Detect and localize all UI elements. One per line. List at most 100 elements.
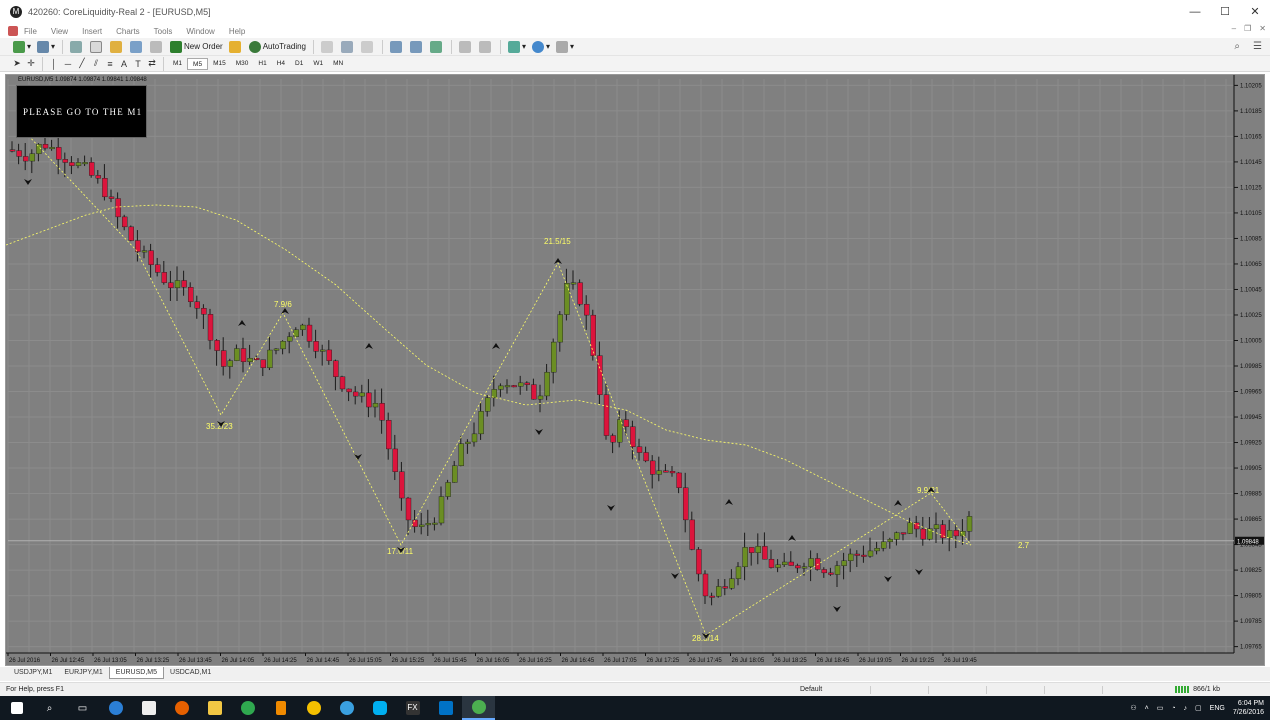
menu-help[interactable]: Help — [229, 27, 245, 36]
hamburger-menu-icon[interactable]: ☰ — [1253, 41, 1262, 52]
timeframe-m5[interactable]: M5 — [187, 57, 209, 70]
navigator-button[interactable] — [107, 39, 127, 55]
battery-icon[interactable]: ▭ — [1157, 704, 1164, 712]
edge-taskbar-button[interactable] — [99, 696, 132, 720]
horizontal-line-icon[interactable]: ─ — [61, 59, 75, 69]
candle-body — [62, 159, 68, 163]
timeframe-d1[interactable]: D1 — [290, 58, 308, 70]
tab-eurusd[interactable]: EURUSD,M5 — [108, 667, 165, 679]
autotrading-button[interactable]: AutoTrading — [246, 39, 309, 55]
candle-body — [940, 524, 946, 539]
vertical-line-icon[interactable]: │ — [47, 59, 61, 69]
store-taskbar-button[interactable] — [132, 696, 165, 720]
people-icon[interactable]: ⚇ — [1130, 704, 1136, 712]
templates-button[interactable]: ▾ — [553, 39, 577, 55]
timeframe-m1[interactable]: M1 — [168, 58, 187, 70]
menu-file[interactable]: File — [24, 27, 37, 36]
menu-view[interactable]: View — [51, 27, 68, 36]
zoom-out-icon — [410, 40, 423, 53]
child-close-icon[interactable]: ✕ — [1259, 24, 1266, 33]
volume-icon[interactable]: ♪ — [1184, 705, 1188, 712]
candle-body — [425, 523, 431, 526]
child-minimize-icon[interactable]: – — [1232, 24, 1236, 33]
cursor-icon[interactable]: ➤ — [10, 58, 24, 69]
windows-logo-icon — [10, 702, 23, 714]
app-blue-taskbar-button[interactable] — [330, 696, 363, 720]
search-icon[interactable]: ⌕ — [1234, 41, 1240, 52]
new-chart-button[interactable]: ▾ — [10, 39, 34, 55]
tab-usdjpy[interactable]: USDJPY,M1 — [8, 667, 58, 679]
firefox-taskbar-button[interactable] — [165, 696, 198, 720]
timeframe-h4[interactable]: H4 — [272, 58, 290, 70]
price-tick-label: 1.10185 — [1240, 109, 1262, 115]
market-watch-button[interactable] — [67, 39, 87, 55]
fibonacci-icon[interactable]: ≡ — [103, 59, 117, 69]
line-chart-button[interactable] — [358, 39, 378, 55]
auto-scroll-button[interactable] — [476, 39, 496, 55]
metatrader-taskbar-button[interactable] — [462, 696, 495, 720]
crosshair-tool-icon[interactable]: ✛ — [24, 58, 38, 69]
connection-status[interactable]: 866/1 kb — [1175, 686, 1220, 693]
explorer-taskbar-button[interactable] — [198, 696, 231, 720]
close-button[interactable]: ✕ — [1240, 0, 1270, 24]
menu-charts[interactable]: Charts — [116, 27, 140, 36]
profiles-button[interactable]: ▾ — [34, 39, 58, 55]
menu-window[interactable]: Window — [186, 27, 214, 36]
text-tool-icon[interactable]: A — [117, 59, 131, 69]
menu-insert[interactable]: Insert — [82, 27, 102, 36]
app-yellow-taskbar-button[interactable] — [297, 696, 330, 720]
minimize-button[interactable]: — — [1180, 0, 1210, 24]
clock[interactable]: 6:04 PM 7/26/2016 — [1233, 699, 1264, 717]
arrows-icon[interactable]: ⇄ — [145, 58, 159, 69]
chart-canvas[interactable]: 1.10205 1.10185 1.10165 1.10145 1.10125 1.101… — [6, 75, 1265, 666]
candlestick-button[interactable] — [338, 39, 358, 55]
outlook-taskbar-button[interactable] — [429, 696, 462, 720]
indicators-button[interactable]: ▾ — [505, 39, 529, 55]
timeframe-h1[interactable]: H1 — [253, 58, 271, 70]
search-taskbar-button[interactable]: ⌕ — [33, 696, 66, 720]
channel-icon[interactable]: ⫽ — [89, 58, 103, 69]
price-tick-label: 1.09805 — [1240, 594, 1262, 600]
time-tick-label: 26 Jul 14:05 — [222, 658, 255, 664]
task-view-button[interactable]: ▭ — [66, 696, 99, 720]
child-restore-icon[interactable]: ❐ — [1244, 24, 1251, 33]
new-order-icon — [170, 40, 183, 53]
price-chart[interactable]: 1.10205 1.10185 1.10165 1.10145 1.10125 1.101… — [5, 74, 1265, 666]
chart-shift-button[interactable] — [456, 39, 476, 55]
terminal-button[interactable] — [127, 39, 147, 55]
network-icon[interactable]: ◔ — [1171, 705, 1175, 712]
metaeditor-button[interactable] — [226, 39, 246, 55]
indicators-icon — [508, 40, 521, 53]
timeframe-mn[interactable]: MN — [328, 58, 348, 70]
tray-up-arrow-icon[interactable]: ˄ — [1145, 705, 1149, 712]
zoom-out-button[interactable] — [407, 39, 427, 55]
timeframe-w1[interactable]: W1 — [308, 58, 328, 70]
start-button[interactable] — [0, 696, 33, 720]
text-label-icon[interactable]: T — [131, 59, 145, 69]
timeframe-m15[interactable]: M15 — [208, 58, 231, 70]
app-green-taskbar-button[interactable] — [231, 696, 264, 720]
candle-body — [504, 385, 511, 388]
tab-eurjpy[interactable]: EURJPY,M1 — [58, 667, 108, 679]
strategy-tester-button[interactable] — [147, 39, 167, 55]
bar-chart-button[interactable] — [318, 39, 338, 55]
timeframe-m30[interactable]: M30 — [231, 58, 254, 70]
data-window-button[interactable] — [87, 39, 107, 55]
zoom-in-button[interactable] — [387, 39, 407, 55]
language-indicator[interactable]: ENG — [1210, 705, 1225, 712]
tab-usdcad[interactable]: USDCAD,M1 — [164, 667, 217, 679]
chart-window-icon[interactable] — [8, 26, 18, 36]
new-order-button[interactable]: New Order — [167, 39, 226, 55]
periods-button[interactable]: ▾ — [529, 39, 553, 55]
app-orange-taskbar-button[interactable] — [264, 696, 297, 720]
fx-taskbar-button[interactable]: FX — [396, 696, 429, 720]
clock-date: 7/26/2016 — [1232, 709, 1264, 716]
menu-tools[interactable]: Tools — [154, 27, 173, 36]
time-tick-label: 26 Jul 13:25 — [137, 658, 170, 664]
tile-windows-button[interactable] — [427, 39, 447, 55]
action-center-icon[interactable]: ▢ — [1195, 704, 1202, 712]
candle-body — [419, 524, 425, 527]
skype-taskbar-button[interactable] — [363, 696, 396, 720]
maximize-button[interactable]: ☐ — [1210, 0, 1240, 24]
trendline-icon[interactable]: ╱ — [75, 58, 89, 69]
